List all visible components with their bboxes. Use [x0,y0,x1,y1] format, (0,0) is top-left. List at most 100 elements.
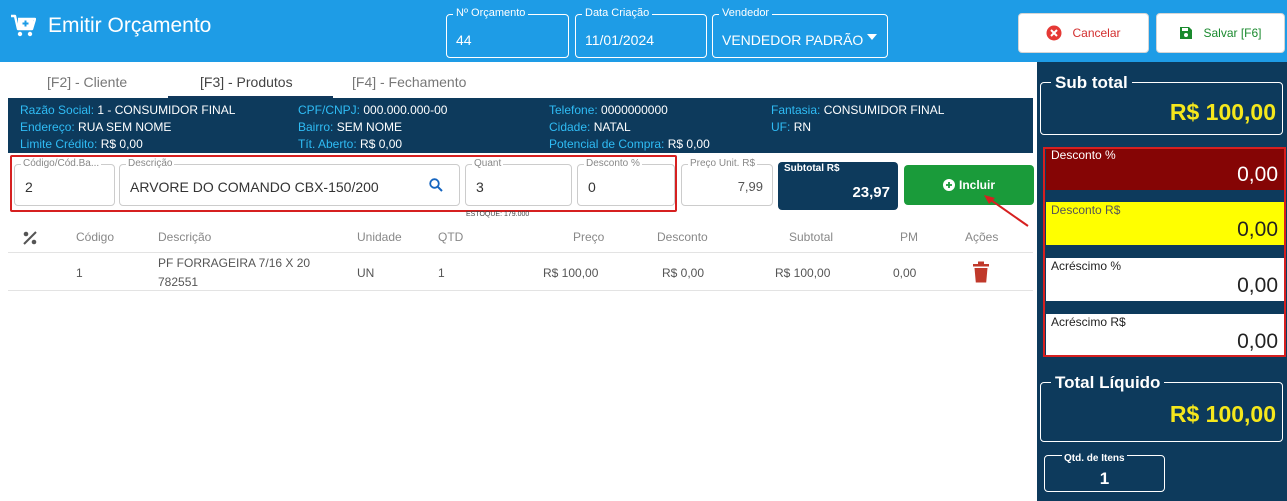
tab-bar: [F2] - Cliente [F3] - Produtos [F4] - Fe… [8,68,1034,98]
razao-social-label: Razão Social: [20,103,95,117]
tit-aberto-label: Tít. Aberto: [298,137,357,151]
save-icon [1180,27,1193,39]
subtotal-value: R$ 100,00 [1169,99,1276,125]
num-orcamento-field[interactable]: Nº Orçamento 44 [446,7,569,58]
vendedor-value: VENDEDOR PADRÃO [722,32,864,48]
row-divider [8,290,1033,291]
limite-credito: Limite Crédito: R$ 0,00 [20,137,143,151]
page-title: Emitir Orçamento [48,14,212,37]
cancel-label: Cancelar [1072,26,1121,40]
total-liquido-label: Total Líquido [1051,373,1165,393]
potencial-label: Potencial de Compra: [549,137,665,151]
descricao-label: Descrição [126,158,175,169]
descricao-input[interactable]: Descrição ARVORE DO COMANDO CBX-150/200 [119,158,460,206]
vendedor-select[interactable]: Vendedor VENDEDOR PADRÃO [712,7,888,58]
qtd-itens-value: 1 [1099,469,1110,488]
num-orcamento-label: Nº Orçamento [453,7,529,19]
fantasia-value: CONSUMIDOR FINAL [823,103,945,117]
item-subtotal-value: 23,97 [852,184,890,201]
quant-value: 3 [476,179,484,195]
cpf-cnpj: CPF/CNPJ: 000.000.000-00 [298,103,447,117]
telefone-label: Telefone: [549,103,598,117]
razao-social: Razão Social: 1 - CONSUMIDOR FINAL [20,103,235,117]
col-pm: PM [900,230,918,244]
cell-preco: R$ 100,00 [543,266,599,280]
bairro-label: Bairro: [298,120,334,134]
cell-descricao-line2: 782551 [158,275,199,289]
desconto-input[interactable]: Desconto % 0 [577,158,675,206]
item-subtotal-box: Subtotal R$ 23,97 [778,162,898,210]
razao-social-value: 1 - CONSUMIDOR FINAL [97,103,236,117]
bairro: Bairro: SEM NOME [298,120,402,134]
descricao-value: ARVORE DO COMANDO CBX-150/200 [130,179,379,195]
col-acoes: Ações [965,230,999,244]
cidade-label: Cidade: [549,120,591,134]
quant-label: Quant [472,158,504,169]
cpf-label: CPF/CNPJ: [298,103,361,117]
col-unidade: Unidade [357,230,402,244]
cidade: Cidade: NATAL [549,120,631,134]
tab-fechamento[interactable]: [F4] - Fechamento [352,74,466,90]
potencial-compra: Potencial de Compra: R$ 0,00 [549,137,710,151]
desconto-label: Desconto % [584,158,642,169]
codigo-label: Código/Cód.Ba... [21,158,102,169]
cell-qtd: 1 [438,266,445,280]
cell-descricao-line1: PF FORRAGEIRA 7/16 X 20 [158,256,311,270]
save-button[interactable]: Salvar [F6] [1156,13,1285,53]
potencial-value: R$ 0,00 [667,137,710,151]
limite-label: Limite Crédito: [20,137,98,151]
preco-unit-field: Preço Unit. R$ 7,99 [681,158,773,206]
col-preco: Preço [573,230,605,244]
cpf-value: 000.000.000-00 [363,103,448,117]
cell-desconto: R$ 0,00 [662,266,705,280]
tab-produtos[interactable]: [F3] - Produtos [200,74,293,90]
header-divider [8,252,1033,253]
bairro-value: SEM NOME [336,120,403,134]
preco-unit-value: 7,99 [737,179,763,194]
top-bar: Emitir Orçamento Nº Orçamento 44 Data Cr… [0,0,1287,62]
client-info-panel: Razão Social: 1 - CONSUMIDOR FINAL CPF/C… [8,98,1033,153]
preco-unit-label: Preço Unit. R$ [688,158,758,169]
codigo-value: 2 [25,179,33,195]
num-orcamento-value: 44 [456,32,472,48]
data-criacao-label: Data Criação [582,7,653,19]
telefone-value: 0000000000 [601,103,668,117]
qtd-itens-box: Qtd. de Itens 1 [1044,453,1165,492]
tab-cliente[interactable]: [F2] - Cliente [47,74,127,90]
cart-plus-icon [11,14,36,37]
total-liquido-value: R$ 100,00 [1169,401,1276,427]
plus-circle-icon [942,179,955,191]
quant-input[interactable]: Quant 3 [465,158,572,206]
subtotal-box: Sub total R$ 100,00 [1040,73,1283,135]
subtotal-label: Sub total [1051,73,1132,93]
annotation-arrow [984,195,1029,227]
uf-label: UF: [771,120,791,134]
cell-codigo: 1 [76,266,83,280]
cell-pm: 0,00 [893,266,917,280]
fantasia-label: Fantasia: [771,103,821,117]
search-icon[interactable] [429,178,443,192]
data-criacao-field[interactable]: Data Criação 11/01/2024 [575,7,707,58]
tit-aberto: Tít. Aberto: R$ 0,00 [298,137,402,151]
percent-icon [23,231,37,245]
highlight-discount-fields [1043,147,1286,357]
col-qtd: QTD [438,230,464,244]
fantasia: Fantasia: CONSUMIDOR FINAL [771,103,944,117]
col-desconto: Desconto [657,230,708,244]
chevron-down-icon[interactable] [867,34,877,40]
trash-icon[interactable] [972,261,990,283]
vendedor-label: Vendedor [719,7,773,19]
total-liquido-box: Total Líquido R$ 100,00 [1040,373,1283,442]
cell-unidade: UN [357,266,375,280]
save-label: Salvar [F6] [1203,26,1262,40]
app-title: Emitir Orçamento [10,14,211,38]
qtd-itens-label: Qtd. de Itens [1062,453,1127,464]
desconto-value: 0 [588,179,596,195]
col-subtotal: Subtotal [789,230,834,244]
limite-value: R$ 0,00 [100,137,143,151]
codigo-input[interactable]: Código/Cód.Ba... 2 [14,158,115,206]
uf-value: RN [793,120,812,134]
cancel-button[interactable]: Cancelar [1018,13,1149,53]
data-criacao-value: 11/01/2024 [585,32,655,48]
endereco-value: RUA SEM NOME [78,120,172,134]
